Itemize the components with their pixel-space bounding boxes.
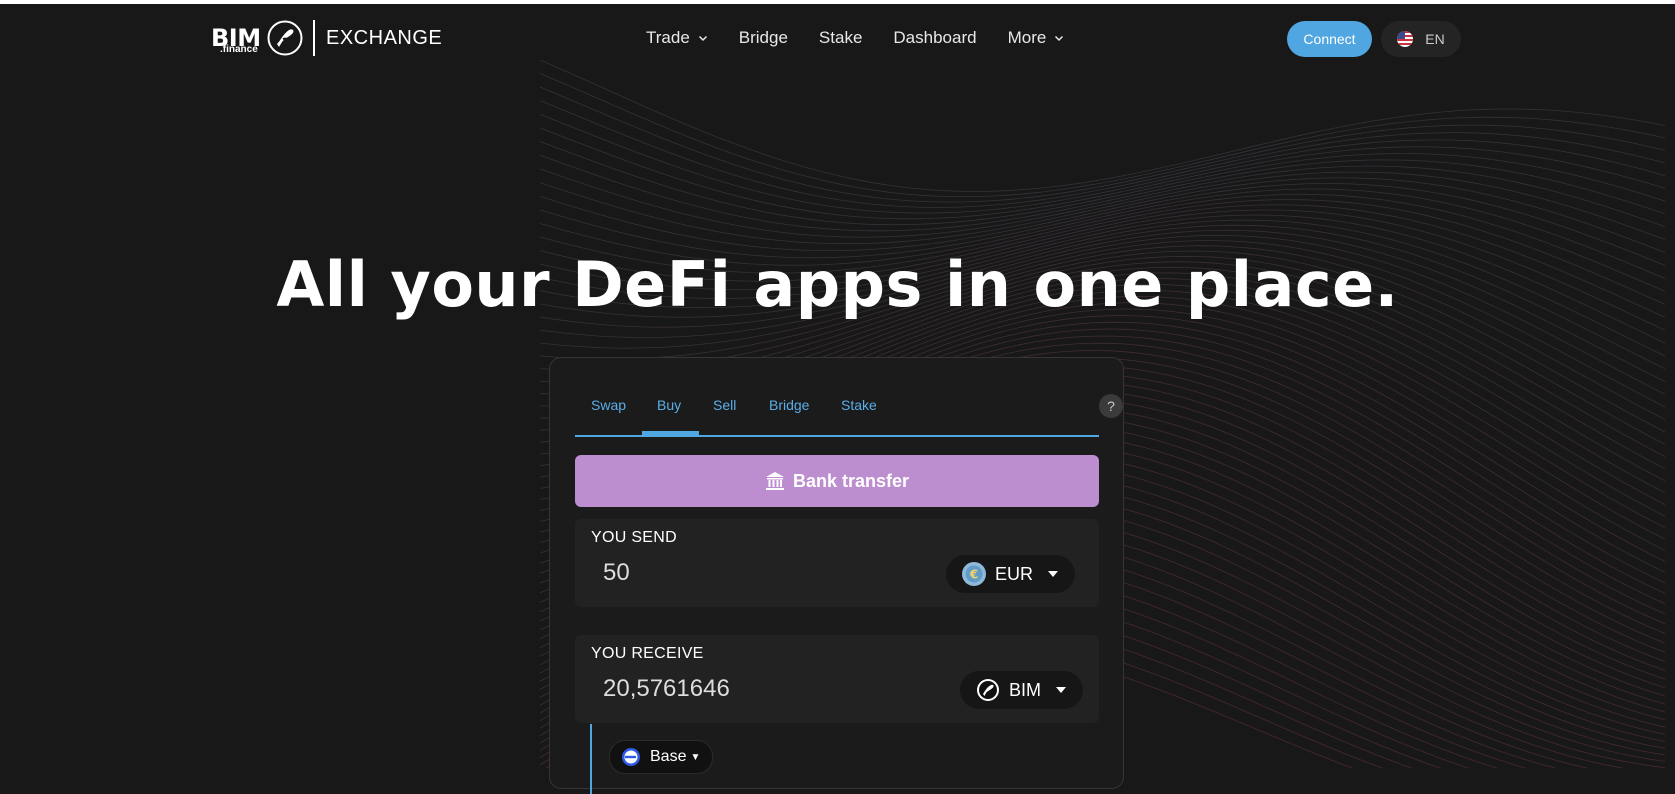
tab-buy[interactable]: Buy (657, 397, 681, 413)
tab-swap[interactable]: Swap (591, 397, 626, 413)
receive-label: YOU RECEIVE (591, 645, 704, 662)
main-nav: Trade Bridge Stake Dashboard More (646, 28, 1095, 48)
nav-item-label: Dashboard (893, 28, 977, 47)
widget-tabs: Swap Buy Sell Bridge Stake ? (575, 358, 1123, 437)
receive-currency-label: BIM (1009, 679, 1042, 700)
logo-sub-text: .finance (220, 44, 258, 55)
bank-transfer-button[interactable]: Bank transfer (575, 455, 1099, 507)
tab-bridge[interactable]: Bridge (769, 397, 809, 413)
caret-down-icon: ▼ (690, 751, 701, 763)
language-label: EN (1425, 31, 1445, 47)
caret-down-icon (1056, 687, 1067, 693)
brand-logo[interactable]: BIM .finance EXCHANGE (211, 18, 442, 58)
tab-sell[interactable]: Sell (713, 397, 736, 413)
nav-item-label: Stake (818, 28, 863, 47)
nav-item-label: More (1007, 28, 1047, 47)
help-button[interactable]: ? (1099, 394, 1123, 418)
bank-icon (765, 472, 784, 490)
chevron-down-icon (1055, 35, 1064, 42)
bim-token-icon (977, 679, 999, 701)
send-currency-label: EUR (995, 563, 1034, 584)
send-label: YOU SEND (591, 529, 677, 546)
us-flag-icon (1397, 31, 1414, 47)
active-tab-indicator (642, 431, 699, 435)
window-top-edge (0, 0, 1675, 4)
nav-item-dashboard[interactable]: Dashboard (893, 28, 976, 48)
nav-item-bridge[interactable]: Bridge (739, 28, 788, 48)
nav-item-more[interactable]: More (1008, 28, 1065, 48)
hero-title: All your DeFi apps in one place. (276, 248, 1399, 321)
send-panel: YOU SEND € EUR (575, 519, 1099, 607)
connect-wallet-button[interactable]: Connect (1287, 21, 1372, 57)
exchange-widget: Swap Buy Sell Bridge Stake ? Bank transf… (549, 357, 1124, 794)
nav-item-stake[interactable]: Stake (819, 28, 862, 48)
caret-down-icon (1048, 571, 1059, 577)
tab-stake[interactable]: Stake (841, 397, 877, 413)
logo-product-text: EXCHANGE (326, 27, 443, 49)
language-selector[interactable]: EN (1381, 21, 1461, 57)
send-amount-input[interactable] (603, 559, 903, 587)
bank-transfer-label: Bank transfer (792, 470, 910, 491)
nav-item-label: Trade (646, 28, 690, 47)
network-label: Base (650, 748, 687, 765)
base-network-icon (622, 748, 640, 766)
network-selector[interactable]: Base ▼ (609, 740, 714, 774)
svg-text:€: € (969, 568, 978, 582)
nav-item-label: Bridge (738, 28, 788, 47)
receive-currency-selector[interactable]: BIM (960, 671, 1084, 709)
receive-panel: YOU RECEIVE BIM (575, 635, 1099, 723)
logo-divider (313, 20, 315, 56)
chevron-down-icon (698, 35, 707, 42)
network-connector-line (590, 724, 592, 794)
send-currency-selector[interactable]: € EUR (946, 555, 1076, 593)
bim-logo-icon (267, 20, 303, 56)
euro-coin-icon: € (962, 562, 986, 586)
nav-item-trade[interactable]: Trade (646, 28, 708, 48)
receive-amount-input[interactable] (603, 675, 903, 703)
